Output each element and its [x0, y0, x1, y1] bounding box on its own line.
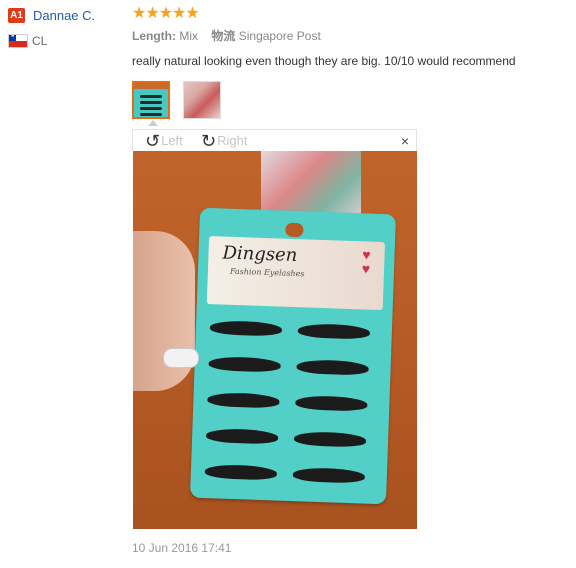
length-label: Length:: [132, 29, 176, 43]
review-photo-thumbnail-2[interactable]: [183, 81, 221, 119]
eyelash-card: Dingsen Fashion Eyelashes ♥ ♥: [189, 207, 397, 505]
review-date: 10 Jun 2016 17:41: [132, 541, 232, 555]
rotate-left-button[interactable]: ↺Left: [145, 131, 183, 151]
review-photo-large: Dingsen Fashion Eyelashes ♥ ♥: [133, 151, 417, 529]
shipping-label: 物流: [211, 29, 236, 43]
review-text: really natural looking even though they …: [132, 54, 516, 68]
star-rating: ★★★★★: [132, 5, 200, 22]
order-attributes: Length: Mix 物流 Singapore Post: [132, 29, 321, 43]
shipping-value: Singapore Post: [238, 29, 321, 43]
rotate-right-label: Right: [217, 133, 248, 148]
reviewer-name-link[interactable]: Dannae C.: [33, 7, 95, 24]
photo-subbrand-text: Fashion Eyelashes: [229, 266, 305, 279]
photo-brand-text: Dingsen: [222, 242, 298, 267]
fingernail: [163, 348, 199, 368]
close-icon[interactable]: ×: [401, 131, 409, 151]
photo-viewer-toolbar: ↺Left ↻Right ×: [132, 129, 417, 151]
review-photo-thumbnail-1[interactable]: [132, 81, 170, 119]
reviewer-level-badge: A1: [8, 8, 25, 23]
rotate-right-button[interactable]: ↻Right: [201, 131, 247, 151]
rotate-left-label: Left: [161, 133, 183, 148]
hearts-icon: ♥ ♥: [361, 246, 371, 277]
reviewer-country: CL: [32, 34, 48, 48]
rotate-right-icon: ↻: [201, 131, 217, 151]
length-value: Mix: [179, 29, 199, 43]
active-thumbnail-pointer: [148, 120, 158, 126]
rotate-left-icon: ↺: [145, 131, 161, 151]
chile-flag-icon: ★: [8, 34, 28, 48]
